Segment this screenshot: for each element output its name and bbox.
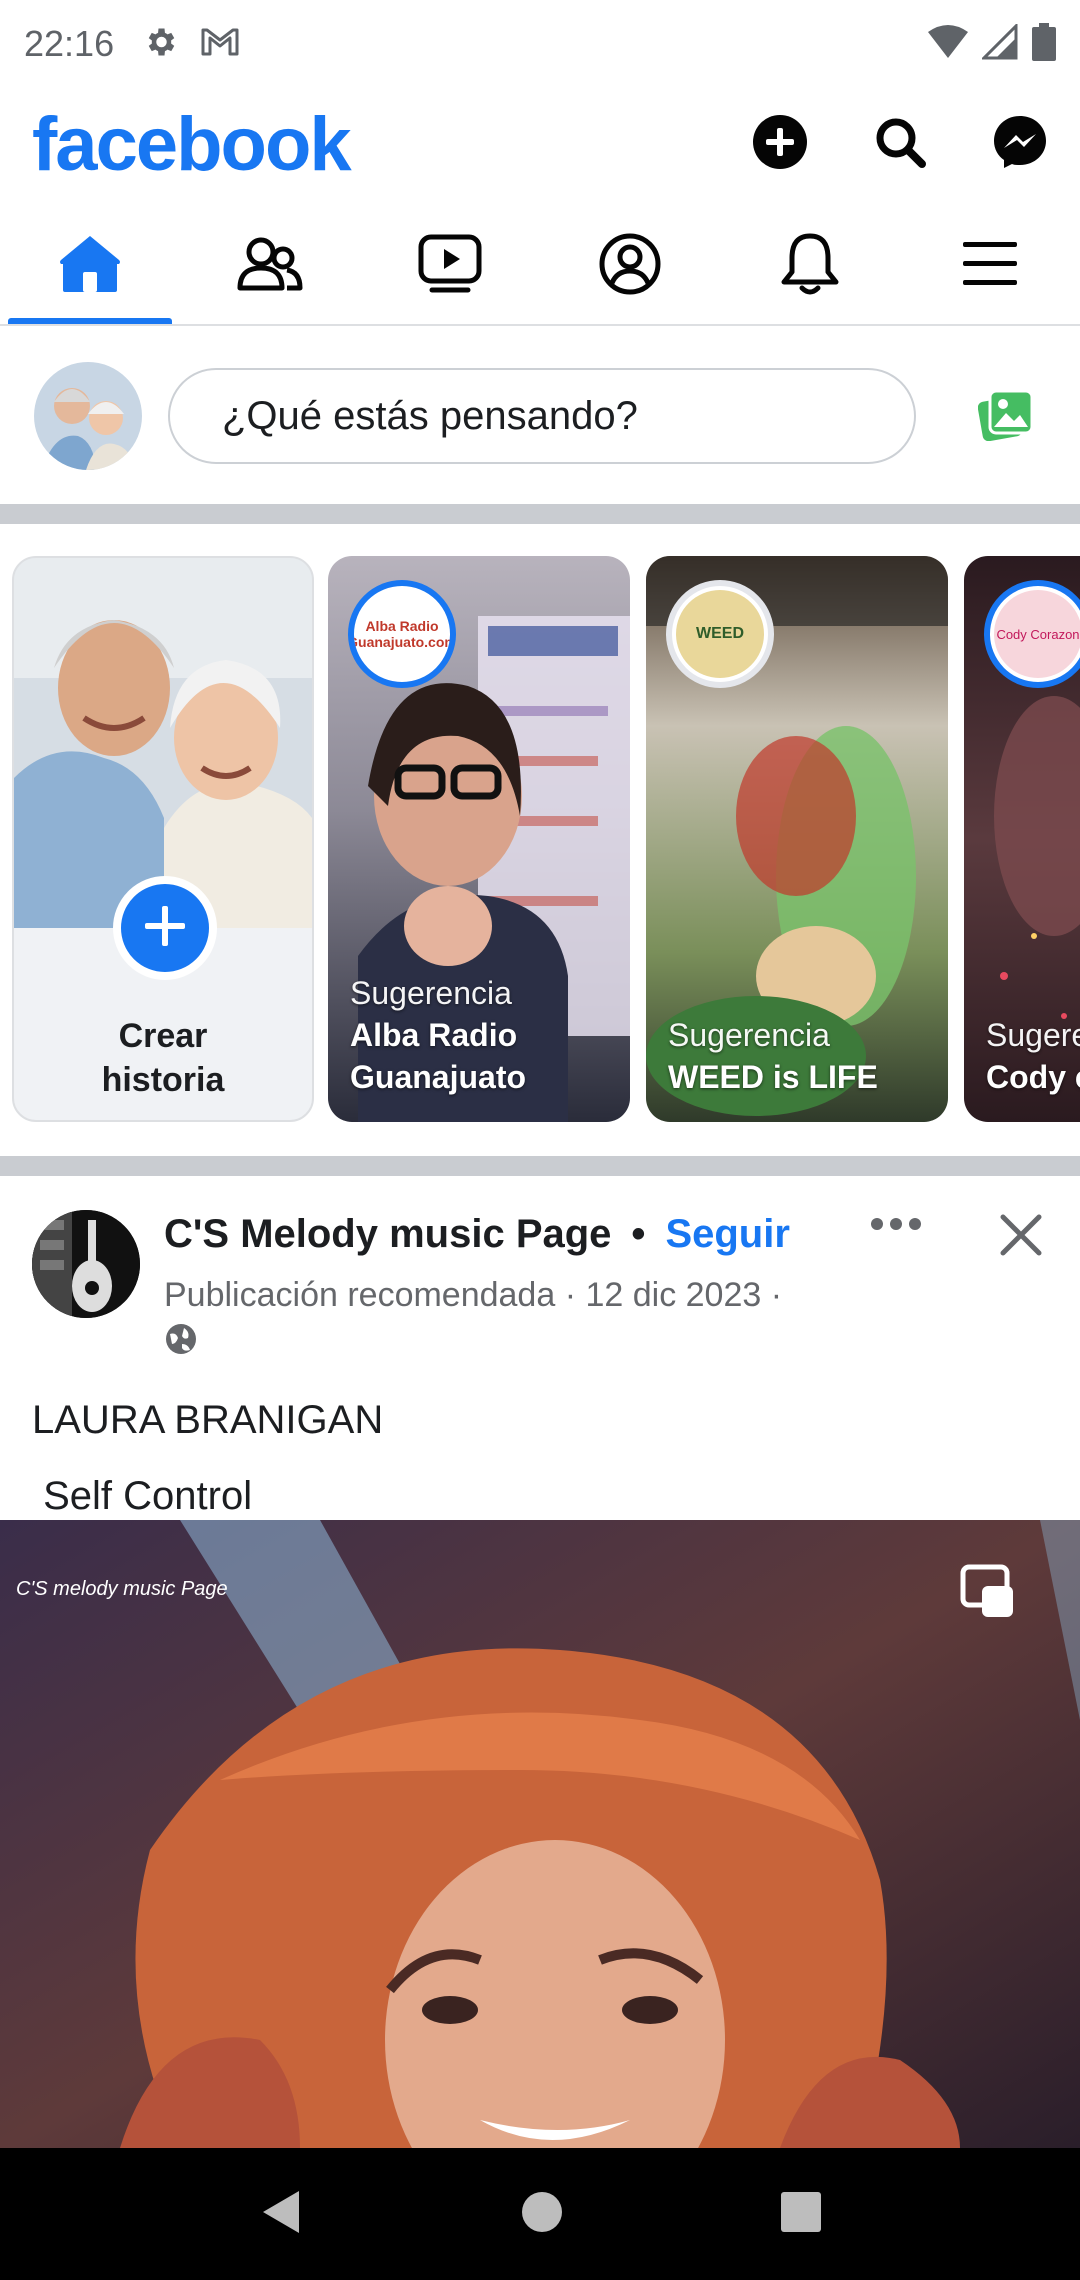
cell-signal-icon	[980, 21, 1018, 65]
post-meta: Publicación recomendada · 12 dic 2023 ·	[164, 1276, 783, 1314]
hide-post-button[interactable]	[998, 1212, 1044, 1263]
title-separator: •	[631, 1212, 646, 1256]
story-name-line1: Alba Radio	[350, 1017, 518, 1053]
public-globe-icon	[164, 1322, 198, 1361]
post-options-button[interactable]	[870, 1216, 922, 1237]
battery-icon	[1032, 22, 1056, 66]
recents-button-icon[interactable]	[781, 2191, 822, 2237]
create-story-label-line2: historia	[101, 1061, 225, 1099]
post-composer: ¿Qué estás pensando?	[0, 328, 1080, 504]
pip-icon	[960, 1564, 1016, 1624]
story-card-cody[interactable]: Cody Corazon Sugere Cody c	[964, 556, 1080, 1122]
photo-upload-button[interactable]	[977, 387, 1034, 446]
post-text-line1: LAURA BRANIGAN	[32, 1398, 384, 1442]
facebook-logo: facebook	[32, 101, 352, 187]
main-nav-tabs	[0, 208, 1080, 326]
more-horizontal-icon	[870, 1218, 922, 1236]
status-bar: 22:16	[0, 0, 1080, 88]
plus-icon	[141, 902, 189, 955]
create-story-label: Crear historia	[14, 1014, 312, 1102]
app-header: facebook	[0, 88, 1080, 200]
story-suggestion-label: Sugere	[986, 1017, 1080, 1053]
story-caption: Sugere Cody c	[986, 1014, 1080, 1098]
post-header: C'S Melody music Page • Seguir Publicaci…	[0, 1176, 1080, 1376]
profile-icon	[599, 233, 661, 300]
story-avatar-ring: Alba Radio Guanajuato.com	[348, 580, 456, 688]
plus-circle-icon	[752, 114, 808, 175]
story-card-alba-radio[interactable]: Alba Radio Guanajuato.com Sugerencia Alb…	[328, 556, 630, 1122]
story-suggestion-label: Sugerencia	[350, 975, 512, 1011]
story-caption: Sugerencia Alba Radio Guanajuato	[350, 972, 526, 1098]
create-story-label-line1: Crear	[118, 1017, 208, 1055]
video-watermark: C'S melody music Page	[16, 1578, 228, 1600]
section-divider	[0, 504, 1080, 524]
story-avatar: WEED	[676, 590, 764, 678]
picture-in-picture-button[interactable]	[960, 1564, 1016, 1625]
gmail-icon	[200, 26, 240, 63]
story-card-weed-is-life[interactable]: WEED Sugerencia WEED is LIFE	[646, 556, 948, 1122]
search-button[interactable]	[872, 116, 928, 172]
stories-carousel: Crear historia Alba Radio Guanajuato.com…	[0, 556, 1080, 1126]
story-name-line1: WEED is LIFE	[668, 1059, 878, 1095]
hamburger-menu-icon	[961, 238, 1019, 295]
story-avatar: Alba Radio Guanajuato.com	[354, 590, 450, 678]
facebook-feed-screen: 22:16 facebook ¿Qué estás pensando? Crea…	[0, 0, 1080, 2280]
whats-on-your-mind-input[interactable]: ¿Qué estás pensando?	[168, 368, 916, 464]
story-avatar: Cody Corazon	[994, 590, 1080, 678]
tab-friends[interactable]	[180, 208, 360, 324]
home-icon	[59, 234, 121, 299]
section-divider	[0, 1156, 1080, 1176]
settings-gear-icon	[142, 24, 178, 65]
status-time: 22:16	[24, 23, 115, 64]
page-avatar[interactable]	[32, 1210, 140, 1318]
user-avatar[interactable]	[34, 362, 142, 470]
tab-notifications[interactable]	[720, 208, 900, 324]
friends-icon	[237, 236, 303, 297]
video-frame	[0, 1520, 1080, 2148]
story-name-line2: Guanajuato	[350, 1059, 527, 1095]
tab-menu[interactable]	[900, 208, 1080, 324]
post-title-row: C'S Melody music Page • Seguir	[164, 1212, 790, 1257]
post-video[interactable]: C'S melody music Page	[0, 1520, 1080, 2148]
tab-watch[interactable]	[360, 208, 540, 324]
home-button-icon[interactable]	[520, 2190, 564, 2239]
close-icon	[998, 1214, 1044, 1262]
follow-button[interactable]: Seguir	[665, 1212, 789, 1257]
search-icon	[872, 114, 928, 175]
story-caption: Sugerencia WEED is LIFE	[668, 1014, 878, 1098]
tab-home[interactable]	[0, 208, 180, 324]
tab-profile[interactable]	[540, 208, 720, 324]
system-navigation-bar	[0, 2148, 1080, 2280]
create-story-photo	[14, 558, 312, 928]
post-text: LAURA BRANIGAN Self Control	[32, 1382, 383, 1534]
photo-gallery-icon	[977, 389, 1034, 445]
add-story-button[interactable]	[113, 876, 217, 980]
messenger-button[interactable]	[992, 114, 1048, 175]
story-suggestion-label: Sugerencia	[668, 1017, 830, 1053]
back-button-icon[interactable]	[259, 2189, 303, 2240]
page-name-link[interactable]: C'S Melody music Page	[164, 1212, 611, 1257]
video-icon	[418, 234, 482, 299]
story-name-line1: Cody c	[986, 1059, 1080, 1095]
create-button[interactable]	[752, 114, 808, 175]
story-avatar-ring: WEED	[666, 580, 774, 688]
create-story-card[interactable]: Crear historia	[12, 556, 314, 1122]
wifi-icon	[928, 24, 968, 65]
messenger-icon	[992, 114, 1048, 175]
bell-icon	[780, 232, 840, 301]
